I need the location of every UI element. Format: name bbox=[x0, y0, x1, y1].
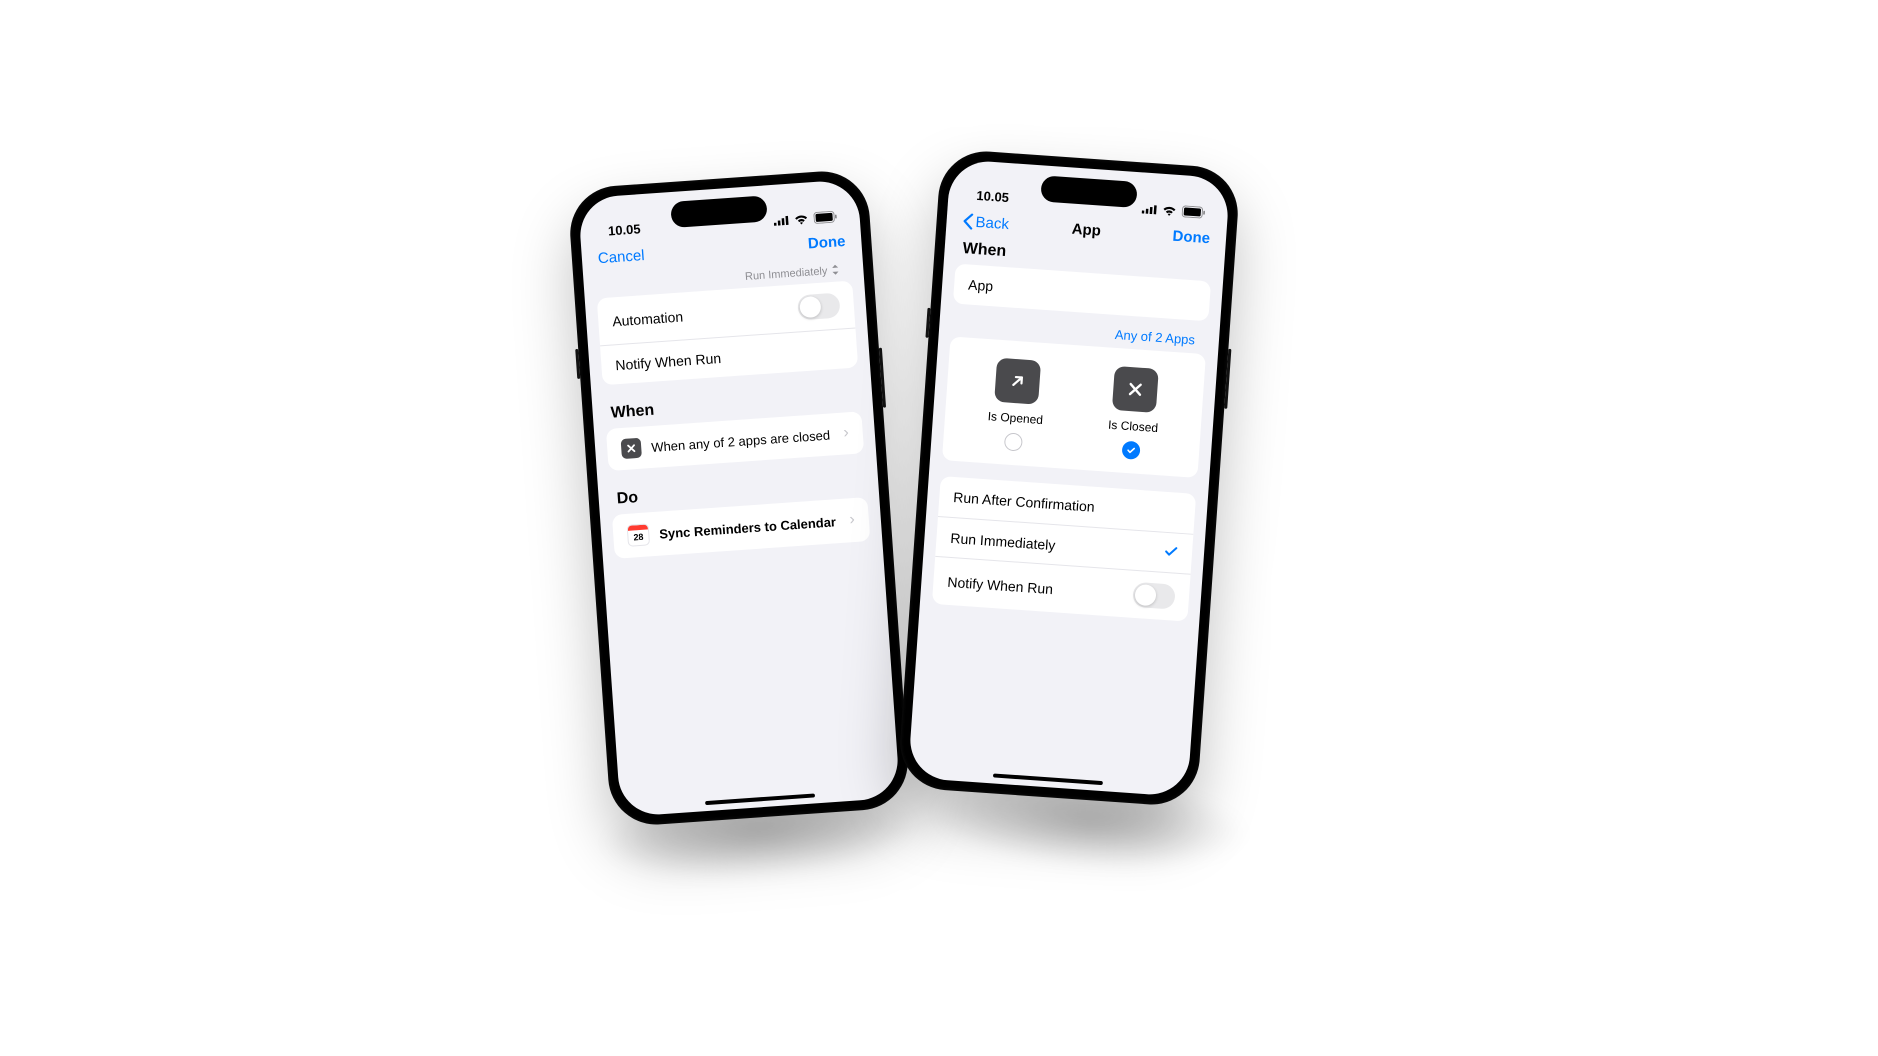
when-desc: When any of 2 apps are closed bbox=[651, 427, 831, 454]
automation-label: Automation bbox=[612, 308, 684, 329]
phone-mockup-right: 10.05 Back App bbox=[897, 148, 1241, 807]
back-button[interactable]: Back bbox=[962, 212, 1009, 232]
home-indicator[interactable] bbox=[993, 773, 1103, 785]
is-opened-choice[interactable]: Is Opened bbox=[985, 357, 1047, 453]
is-closed-choice[interactable]: Is Closed bbox=[1106, 366, 1162, 461]
run-after-confirmation-label: Run After Confirmation bbox=[953, 489, 1095, 515]
chevron-right-icon: › bbox=[843, 425, 849, 441]
notify-label: Notify When Run bbox=[615, 349, 722, 372]
app-row-label: App bbox=[968, 277, 994, 295]
battery-icon bbox=[1181, 205, 1206, 219]
x-icon bbox=[1112, 366, 1159, 413]
app-closed-icon bbox=[621, 438, 642, 459]
open-close-card: Is Opened Is Closed bbox=[942, 336, 1206, 478]
notify-when-run-label: Notify When Run bbox=[947, 573, 1054, 596]
chevron-right-icon: › bbox=[849, 512, 855, 528]
wifi-icon bbox=[1162, 204, 1178, 216]
is-closed-radio[interactable] bbox=[1122, 441, 1141, 460]
is-closed-label: Is Closed bbox=[1108, 418, 1159, 435]
is-opened-label: Is Opened bbox=[987, 409, 1043, 427]
run-options-card: Run After Confirmation Run Immediately N… bbox=[932, 476, 1196, 622]
is-opened-radio[interactable] bbox=[1004, 432, 1023, 451]
automation-card: Automation Notify When Run bbox=[597, 281, 858, 386]
screen: 10.05 Back App bbox=[908, 159, 1231, 797]
automation-toggle[interactable] bbox=[797, 293, 841, 321]
arrow-up-right-icon bbox=[994, 358, 1041, 405]
wifi-icon bbox=[793, 213, 809, 225]
status-time: 10.05 bbox=[608, 221, 642, 238]
updown-icon bbox=[831, 264, 840, 278]
do-action: Sync Reminders to Calendar bbox=[659, 514, 837, 541]
battery-icon bbox=[813, 210, 838, 224]
cellular-icon bbox=[773, 215, 789, 226]
done-button[interactable]: Done bbox=[1172, 227, 1211, 247]
phone-mockup-left: 10.05 Cancel Done bbox=[567, 168, 911, 827]
check-icon bbox=[1126, 445, 1137, 456]
status-time: 10.05 bbox=[976, 188, 1010, 205]
check-icon bbox=[1163, 544, 1178, 562]
calendar-icon: 28 bbox=[627, 523, 650, 546]
app-selection-link[interactable]: Any of 2 Apps bbox=[1114, 327, 1195, 348]
run-mode-label: Run Immediately bbox=[745, 265, 828, 284]
chevron-left-icon bbox=[962, 213, 974, 230]
done-button[interactable]: Done bbox=[807, 232, 846, 252]
run-immediately-label: Run Immediately bbox=[950, 529, 1056, 552]
cancel-button[interactable]: Cancel bbox=[597, 247, 645, 267]
screen: 10.05 Cancel Done bbox=[578, 179, 901, 817]
home-indicator[interactable] bbox=[705, 793, 815, 805]
notify-toggle[interactable] bbox=[1132, 582, 1176, 610]
cellular-icon bbox=[1142, 203, 1158, 214]
